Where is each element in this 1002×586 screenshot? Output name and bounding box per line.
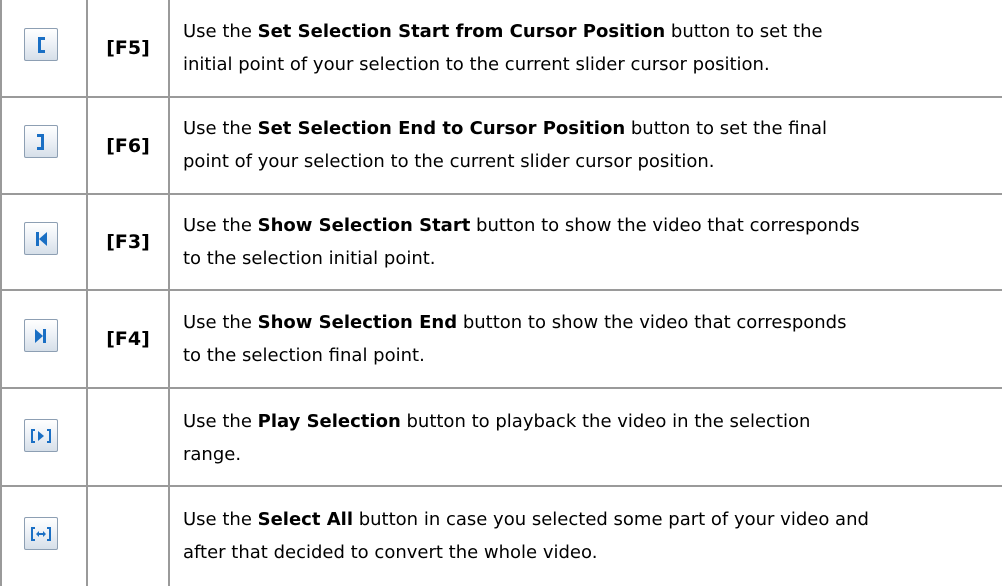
set-selection-start-button[interactable] — [24, 28, 58, 61]
icon-cell — [2, 487, 88, 586]
play-selection-icon — [31, 428, 51, 443]
table-row: [F5] Use the Set Selection Start from Cu… — [2, 0, 1002, 98]
icon-cell — [2, 389, 88, 485]
table-row: [F6] Use the Set Selection End to Cursor… — [2, 98, 1002, 195]
selection-start-bracket-icon — [38, 36, 45, 53]
table-row: Use the Play Selection button to playbac… — [2, 389, 1002, 487]
button-name: Set Selection Start from Cursor Position — [257, 21, 666, 42]
icon-cell — [2, 98, 88, 193]
show-selection-end-icon — [35, 328, 46, 343]
button-name: Play Selection — [257, 411, 401, 432]
set-selection-end-button[interactable] — [24, 125, 58, 158]
selection-end-bracket-icon — [37, 133, 44, 150]
table-row: [F3] Use the Show Selection Start button… — [2, 195, 1002, 291]
show-selection-start-icon — [36, 231, 47, 246]
row-description: Use the Set Selection Start from Cursor … — [183, 21, 823, 75]
shortcut-key: [F5] — [88, 0, 170, 96]
row-description: Use the Show Selection Start button to s… — [183, 215, 860, 269]
show-selection-start-button[interactable] — [24, 222, 58, 255]
row-description: Use the Select All button in case you se… — [183, 509, 869, 563]
row-description: Use the Play Selection button to playbac… — [183, 411, 811, 465]
shortcut-key: [F3] — [88, 195, 170, 289]
row-description: Use the Show Selection End button to sho… — [183, 312, 847, 366]
icon-cell — [2, 0, 88, 96]
button-name: Show Selection Start — [257, 215, 471, 236]
table-row: Use the Select All button in case you se… — [2, 487, 1002, 586]
button-name: Set Selection End to Cursor Position — [257, 118, 626, 139]
show-selection-end-button[interactable] — [24, 319, 58, 352]
row-description: Use the Set Selection End to Cursor Posi… — [183, 118, 828, 172]
shortcut-key: [F6] — [88, 98, 170, 193]
shortcut-table: [F5] Use the Set Selection Start from Cu… — [0, 0, 1002, 586]
icon-cell — [2, 195, 88, 289]
select-all-icon — [31, 526, 51, 541]
button-name: Select All — [257, 509, 353, 530]
shortcut-key — [88, 389, 170, 485]
shortcut-key — [88, 487, 170, 586]
select-all-button[interactable] — [24, 517, 58, 550]
button-name: Show Selection End — [257, 312, 458, 333]
play-selection-button[interactable] — [24, 419, 58, 452]
icon-cell — [2, 291, 88, 387]
shortcut-key: [F4] — [88, 291, 170, 387]
table-row: [F4] Use the Show Selection End button t… — [2, 291, 1002, 389]
